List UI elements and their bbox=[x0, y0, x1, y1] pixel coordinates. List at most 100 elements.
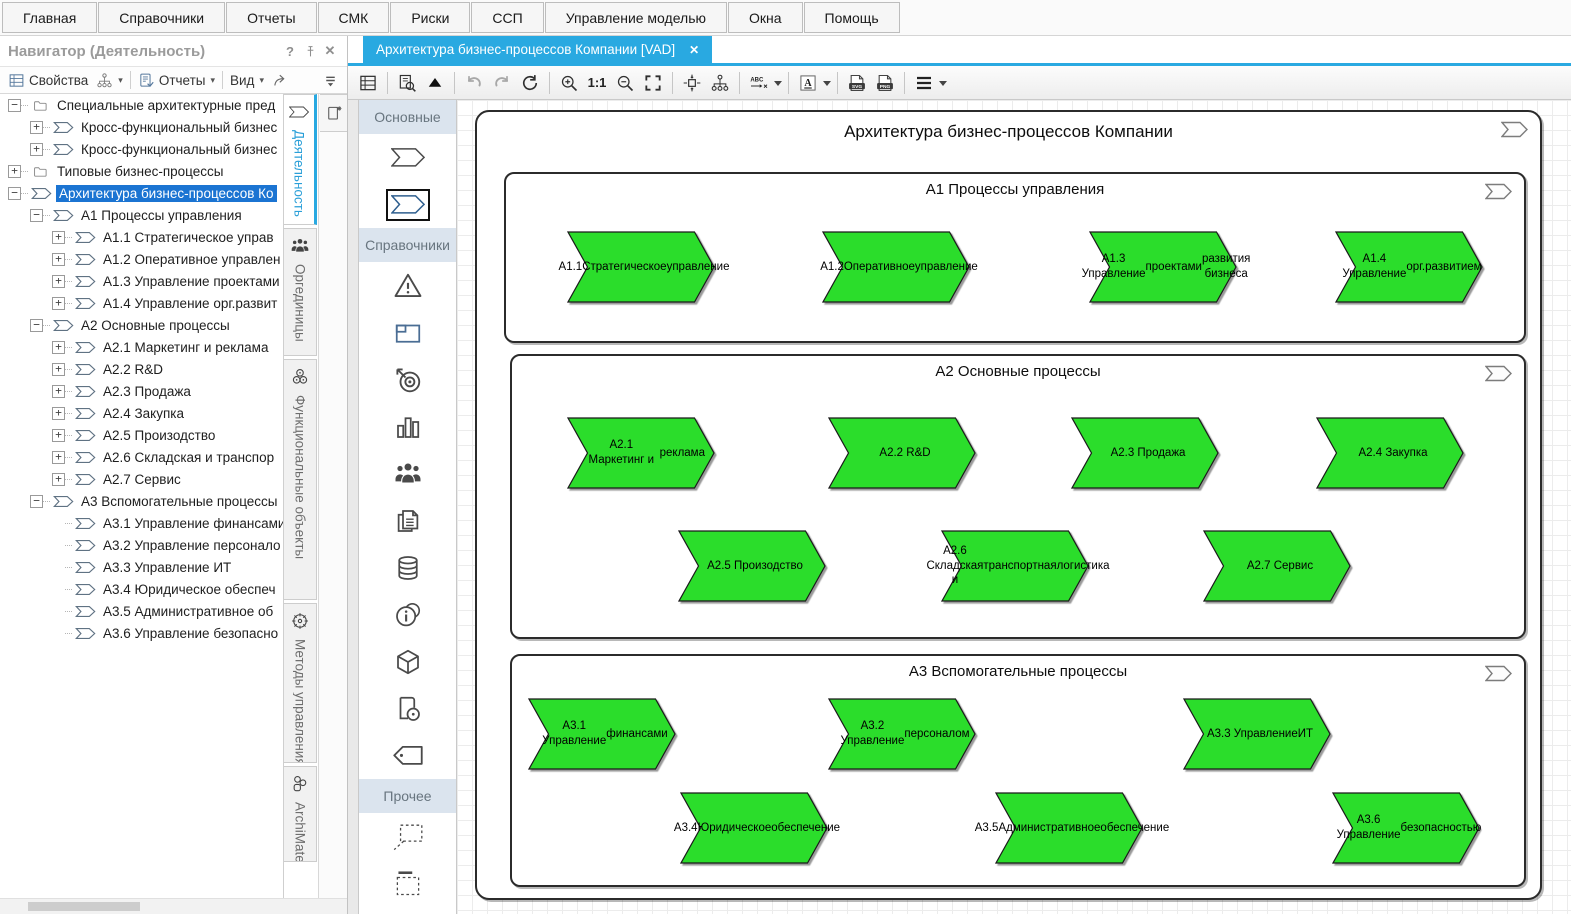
expand-icon[interactable]: + bbox=[8, 165, 21, 178]
zoom-out-button[interactable] bbox=[613, 71, 637, 95]
expand-icon[interactable]: + bbox=[52, 341, 65, 354]
hierarchy-button[interactable]: ▾ bbox=[92, 70, 127, 91]
side-tab-4[interactable]: Методы управления bbox=[284, 603, 317, 763]
expand-icon[interactable]: + bbox=[52, 253, 65, 266]
process-node[interactable]: A1.2Оперативноеуправление bbox=[822, 231, 970, 303]
tree-item[interactable]: +Кросс-функциональный бизнес bbox=[0, 116, 283, 138]
process-group-3[interactable]: A3 Вспомогательные процессыA3.1 Управлен… bbox=[510, 654, 1526, 887]
tree-item[interactable]: +Кросс-функциональный бизнес bbox=[0, 138, 283, 160]
collapse-icon[interactable]: − bbox=[30, 209, 43, 222]
palette-item-frame[interactable] bbox=[359, 309, 456, 356]
menu-item-6[interactable]: ССП bbox=[471, 2, 543, 33]
diagram-tab[interactable]: Архитектура бизнес-процессов Компании [V… bbox=[363, 36, 712, 63]
side-tab-3[interactable]: Функциональные объекты bbox=[284, 359, 317, 600]
side-tab-1[interactable]: Деятельность bbox=[284, 94, 317, 225]
tree-item[interactable]: +A2.3 Продажа bbox=[0, 380, 283, 402]
tree-item[interactable]: −A3 Вспомогательные процессы bbox=[0, 490, 283, 512]
menu-item-9[interactable]: Помощь bbox=[804, 2, 900, 33]
export-png-button[interactable]: PNG bbox=[873, 71, 897, 95]
tree-layout-button[interactable] bbox=[708, 71, 732, 95]
tree-item[interactable]: −Архитектура бизнес-процессов Ко bbox=[0, 182, 283, 204]
expand-icon[interactable]: + bbox=[52, 231, 65, 244]
process-node[interactable]: A3.2 Управлениеперсоналом bbox=[828, 698, 976, 770]
collapse-icon[interactable]: − bbox=[8, 187, 21, 200]
tree-item[interactable]: −A2 Основные процессы bbox=[0, 314, 283, 336]
tree-item[interactable]: +A2.2 R&D bbox=[0, 358, 283, 380]
expand-icon[interactable]: + bbox=[52, 385, 65, 398]
pin-icon[interactable] bbox=[301, 42, 319, 60]
menu-item-4[interactable]: СМК bbox=[318, 2, 390, 33]
palette-item-group-frame[interactable] bbox=[359, 860, 456, 907]
palette-item-software[interactable] bbox=[359, 685, 456, 732]
process-group-2[interactable]: A2 Основные процессыA2.1 Маркетинг ирекл… bbox=[510, 354, 1526, 639]
fit-to-screen-button[interactable] bbox=[641, 71, 665, 95]
tree-item[interactable]: +A1.1 Стратегическое управ bbox=[0, 226, 283, 248]
close-tab-icon[interactable]: ✕ bbox=[689, 43, 699, 57]
collapse-icon[interactable]: − bbox=[30, 319, 43, 332]
side-tab-5[interactable]: ArchiMate bbox=[284, 766, 317, 862]
undo-button[interactable] bbox=[462, 71, 486, 95]
palette-item-risk[interactable] bbox=[359, 262, 456, 309]
process-node[interactable]: A2.3 Продажа bbox=[1071, 417, 1219, 489]
palette-item-database[interactable] bbox=[359, 544, 456, 591]
diagram-canvas[interactable]: Архитектура бизнес-процессов Компании A1… bbox=[457, 100, 1571, 914]
palette-item-information[interactable] bbox=[359, 591, 456, 638]
menu-item-7[interactable]: Управление моделью bbox=[545, 2, 727, 33]
expand-icon[interactable]: + bbox=[52, 363, 65, 376]
collapse-button[interactable] bbox=[423, 71, 447, 95]
refresh-button[interactable] bbox=[518, 71, 542, 95]
collapse-icon[interactable]: − bbox=[8, 99, 21, 112]
menu-item-2[interactable]: Справочники bbox=[98, 2, 225, 33]
tree-item[interactable]: A3.1 Управление финансами bbox=[0, 512, 283, 534]
hide-labels-button[interactable]: ABC bbox=[747, 71, 771, 95]
expand-icon[interactable]: + bbox=[30, 143, 43, 156]
expand-icon[interactable]: + bbox=[52, 451, 65, 464]
chevron-down-icon[interactable] bbox=[822, 80, 832, 86]
expand-icon[interactable]: + bbox=[30, 121, 43, 134]
process-group-1[interactable]: A1 Процессы управленияA1.1Стратегическое… bbox=[504, 172, 1526, 343]
properties-panel-button[interactable] bbox=[356, 71, 380, 95]
palette-item-goal[interactable] bbox=[359, 356, 456, 403]
tree-item[interactable]: A3.6 Управление безопасно bbox=[0, 622, 283, 644]
tree-item[interactable]: −A1 Процессы управления bbox=[0, 204, 283, 226]
find-on-diagram-button[interactable] bbox=[395, 71, 419, 95]
tree-item[interactable]: +A1.4 Управление орг.развит bbox=[0, 292, 283, 314]
palette-item-document[interactable] bbox=[359, 497, 456, 544]
properties-button[interactable]: Свойства bbox=[4, 70, 92, 91]
new-diagram-button[interactable] bbox=[320, 94, 347, 132]
navigator-horizontal-scrollbar[interactable] bbox=[0, 898, 347, 914]
palette-item-indicator[interactable] bbox=[359, 403, 456, 450]
tree-item[interactable]: A3.4 Юридическое обеспеч bbox=[0, 578, 283, 600]
toolbar-overflow-button[interactable] bbox=[318, 70, 343, 91]
expand-icon[interactable]: + bbox=[52, 429, 65, 442]
chevron-down-icon[interactable] bbox=[773, 80, 783, 86]
tree-item[interactable]: −Специальные архитектурные пред bbox=[0, 94, 283, 116]
menu-item-5[interactable]: Риски bbox=[390, 2, 470, 33]
reports-button[interactable]: Отчеты ▾ bbox=[134, 70, 219, 91]
process-node[interactable]: A3.5Административноеобеспечение bbox=[995, 792, 1143, 864]
palette-item-org-unit[interactable] bbox=[359, 450, 456, 497]
process-node[interactable]: A3.3 УправлениеИТ bbox=[1183, 698, 1331, 770]
tree-item[interactable]: +A2.6 Складская и транспор bbox=[0, 446, 283, 468]
font-button[interactable]: A bbox=[796, 71, 820, 95]
expand-icon[interactable]: + bbox=[52, 473, 65, 486]
expand-icon[interactable]: + bbox=[52, 275, 65, 288]
tree-item[interactable]: +Типовые бизнес-процессы bbox=[0, 160, 283, 182]
collapse-icon[interactable]: − bbox=[30, 495, 43, 508]
process-node[interactable]: A2.6 Складская итранспортнаялогистика bbox=[941, 530, 1089, 602]
zoom-in-button[interactable] bbox=[557, 71, 581, 95]
menu-item-8[interactable]: Окна bbox=[728, 2, 803, 33]
process-node[interactable]: A2.4 Закупка bbox=[1316, 417, 1464, 489]
tree-item[interactable]: +A1.2 Оперативное управлен bbox=[0, 248, 283, 270]
tree-item[interactable]: +A1.3 Управление проектами bbox=[0, 270, 283, 292]
palette-item-comment[interactable] bbox=[359, 813, 456, 860]
palette-item-object[interactable] bbox=[359, 638, 456, 685]
tree-item[interactable]: A3.3 Управление ИТ bbox=[0, 556, 283, 578]
redo-button[interactable] bbox=[490, 71, 514, 95]
menu-item-3[interactable]: Отчеты bbox=[226, 2, 316, 33]
tree-item[interactable]: +A2.7 Сервис bbox=[0, 468, 283, 490]
palette-item-term[interactable] bbox=[359, 732, 456, 779]
scrollbar-thumb[interactable] bbox=[28, 902, 140, 911]
tree-item[interactable]: +A2.4 Закупка bbox=[0, 402, 283, 424]
chevron-down-icon[interactable] bbox=[938, 80, 948, 86]
